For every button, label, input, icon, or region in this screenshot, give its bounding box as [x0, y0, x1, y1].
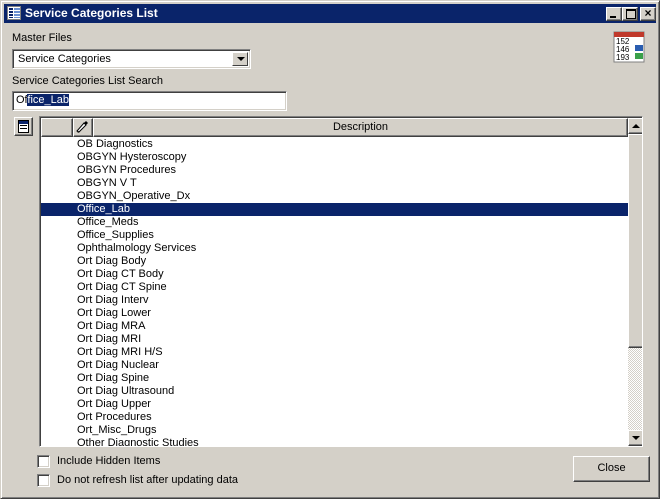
- no-refresh-label: Do not refresh list after updating data: [57, 474, 238, 486]
- master-files-label: Master Files: [12, 32, 72, 44]
- service-categories-window: Service Categories List × Master Files S…: [0, 0, 660, 499]
- table-row[interactable]: Ort Diag Upper: [41, 398, 628, 411]
- maximize-button[interactable]: [622, 7, 638, 21]
- table-row[interactable]: OB Diagnostics: [41, 138, 628, 151]
- service-categories-grid[interactable]: Description OB Diagnostics OBGYN Hysteros…: [39, 116, 643, 447]
- master-files-selected: Service Categories: [18, 53, 111, 65]
- table-row[interactable]: Ort Diag CT Spine: [41, 281, 628, 294]
- close-x-icon: ×: [644, 6, 652, 20]
- table-row[interactable]: Office_Meds: [41, 216, 628, 229]
- table-row[interactable]: Ort Diag MRI H/S: [41, 346, 628, 359]
- edit-column-header[interactable]: [73, 118, 93, 137]
- table-row[interactable]: Ort Diag MRA: [41, 320, 628, 333]
- table-row[interactable]: OBGYN_Operative_Dx: [41, 190, 628, 203]
- window-title: Service Categories List: [25, 6, 158, 20]
- table-row[interactable]: Ort Diag Body: [41, 255, 628, 268]
- grid-header: Description: [41, 118, 628, 137]
- include-hidden-checkbox[interactable]: [37, 455, 50, 468]
- table-row[interactable]: Office_Supplies: [41, 229, 628, 242]
- table-row[interactable]: OBGYN Procedures: [41, 164, 628, 177]
- search-value: Office_Lab: [16, 94, 70, 106]
- minimize-button[interactable]: [606, 7, 622, 21]
- scrollbar-thumb[interactable]: [628, 134, 642, 348]
- scroll-down-button[interactable]: [628, 430, 642, 446]
- master-files-dropdown[interactable]: Service Categories: [12, 49, 251, 69]
- app-icon: [7, 6, 21, 20]
- table-row[interactable]: Office_Lab: [41, 203, 628, 216]
- close-button-label: Close: [597, 462, 626, 474]
- chevron-down-icon[interactable]: [232, 52, 248, 66]
- close-button[interactable]: Close: [573, 456, 650, 482]
- table-row[interactable]: Ort Diag Nuclear: [41, 359, 628, 372]
- table-row[interactable]: OBGYN V T: [41, 177, 628, 190]
- no-refresh-checkbox[interactable]: [37, 474, 50, 487]
- table-row[interactable]: Ort Diag Interv: [41, 294, 628, 307]
- grid-rows: OB Diagnostics OBGYN Hysteroscopy OBGYN Pr…: [41, 138, 628, 446]
- vertical-scrollbar[interactable]: [628, 118, 642, 446]
- pencil-icon: [76, 121, 88, 133]
- search-input[interactable]: Office_Lab: [12, 91, 287, 111]
- table-row[interactable]: Ort Procedures: [41, 411, 628, 424]
- search-value-prefix: Of: [16, 94, 28, 106]
- table-row[interactable]: Ort Diag MRI: [41, 333, 628, 346]
- description-column-header[interactable]: Description: [93, 118, 628, 137]
- icon-line-3: 193: [616, 53, 630, 62]
- include-hidden-label: Include Hidden Items: [57, 455, 161, 467]
- close-window-button[interactable]: ×: [640, 6, 656, 21]
- table-row[interactable]: Ort Diag Ultrasound: [41, 385, 628, 398]
- column-chooser-button[interactable]: [14, 117, 33, 136]
- table-row[interactable]: Other Diagnostic Studies: [41, 437, 628, 446]
- table-row[interactable]: Ort Diag Lower: [41, 307, 628, 320]
- search-label: Service Categories List Search: [12, 75, 164, 87]
- grid-options-icon: [18, 120, 29, 133]
- master-file-list-icon: 152 146 193: [613, 31, 647, 65]
- table-row[interactable]: Ophthalmology Services: [41, 242, 628, 255]
- table-row[interactable]: Ort Diag Spine: [41, 372, 628, 385]
- table-row[interactable]: OBGYN Hysteroscopy: [41, 151, 628, 164]
- scroll-up-button[interactable]: [628, 118, 642, 134]
- search-value-selected: fice_Lab: [27, 94, 70, 106]
- table-row[interactable]: Ort_Misc_Drugs: [41, 424, 628, 437]
- title-bar[interactable]: Service Categories List ×: [4, 4, 656, 23]
- table-row[interactable]: Ort Diag CT Body: [41, 268, 628, 281]
- row-selector-header[interactable]: [41, 118, 73, 137]
